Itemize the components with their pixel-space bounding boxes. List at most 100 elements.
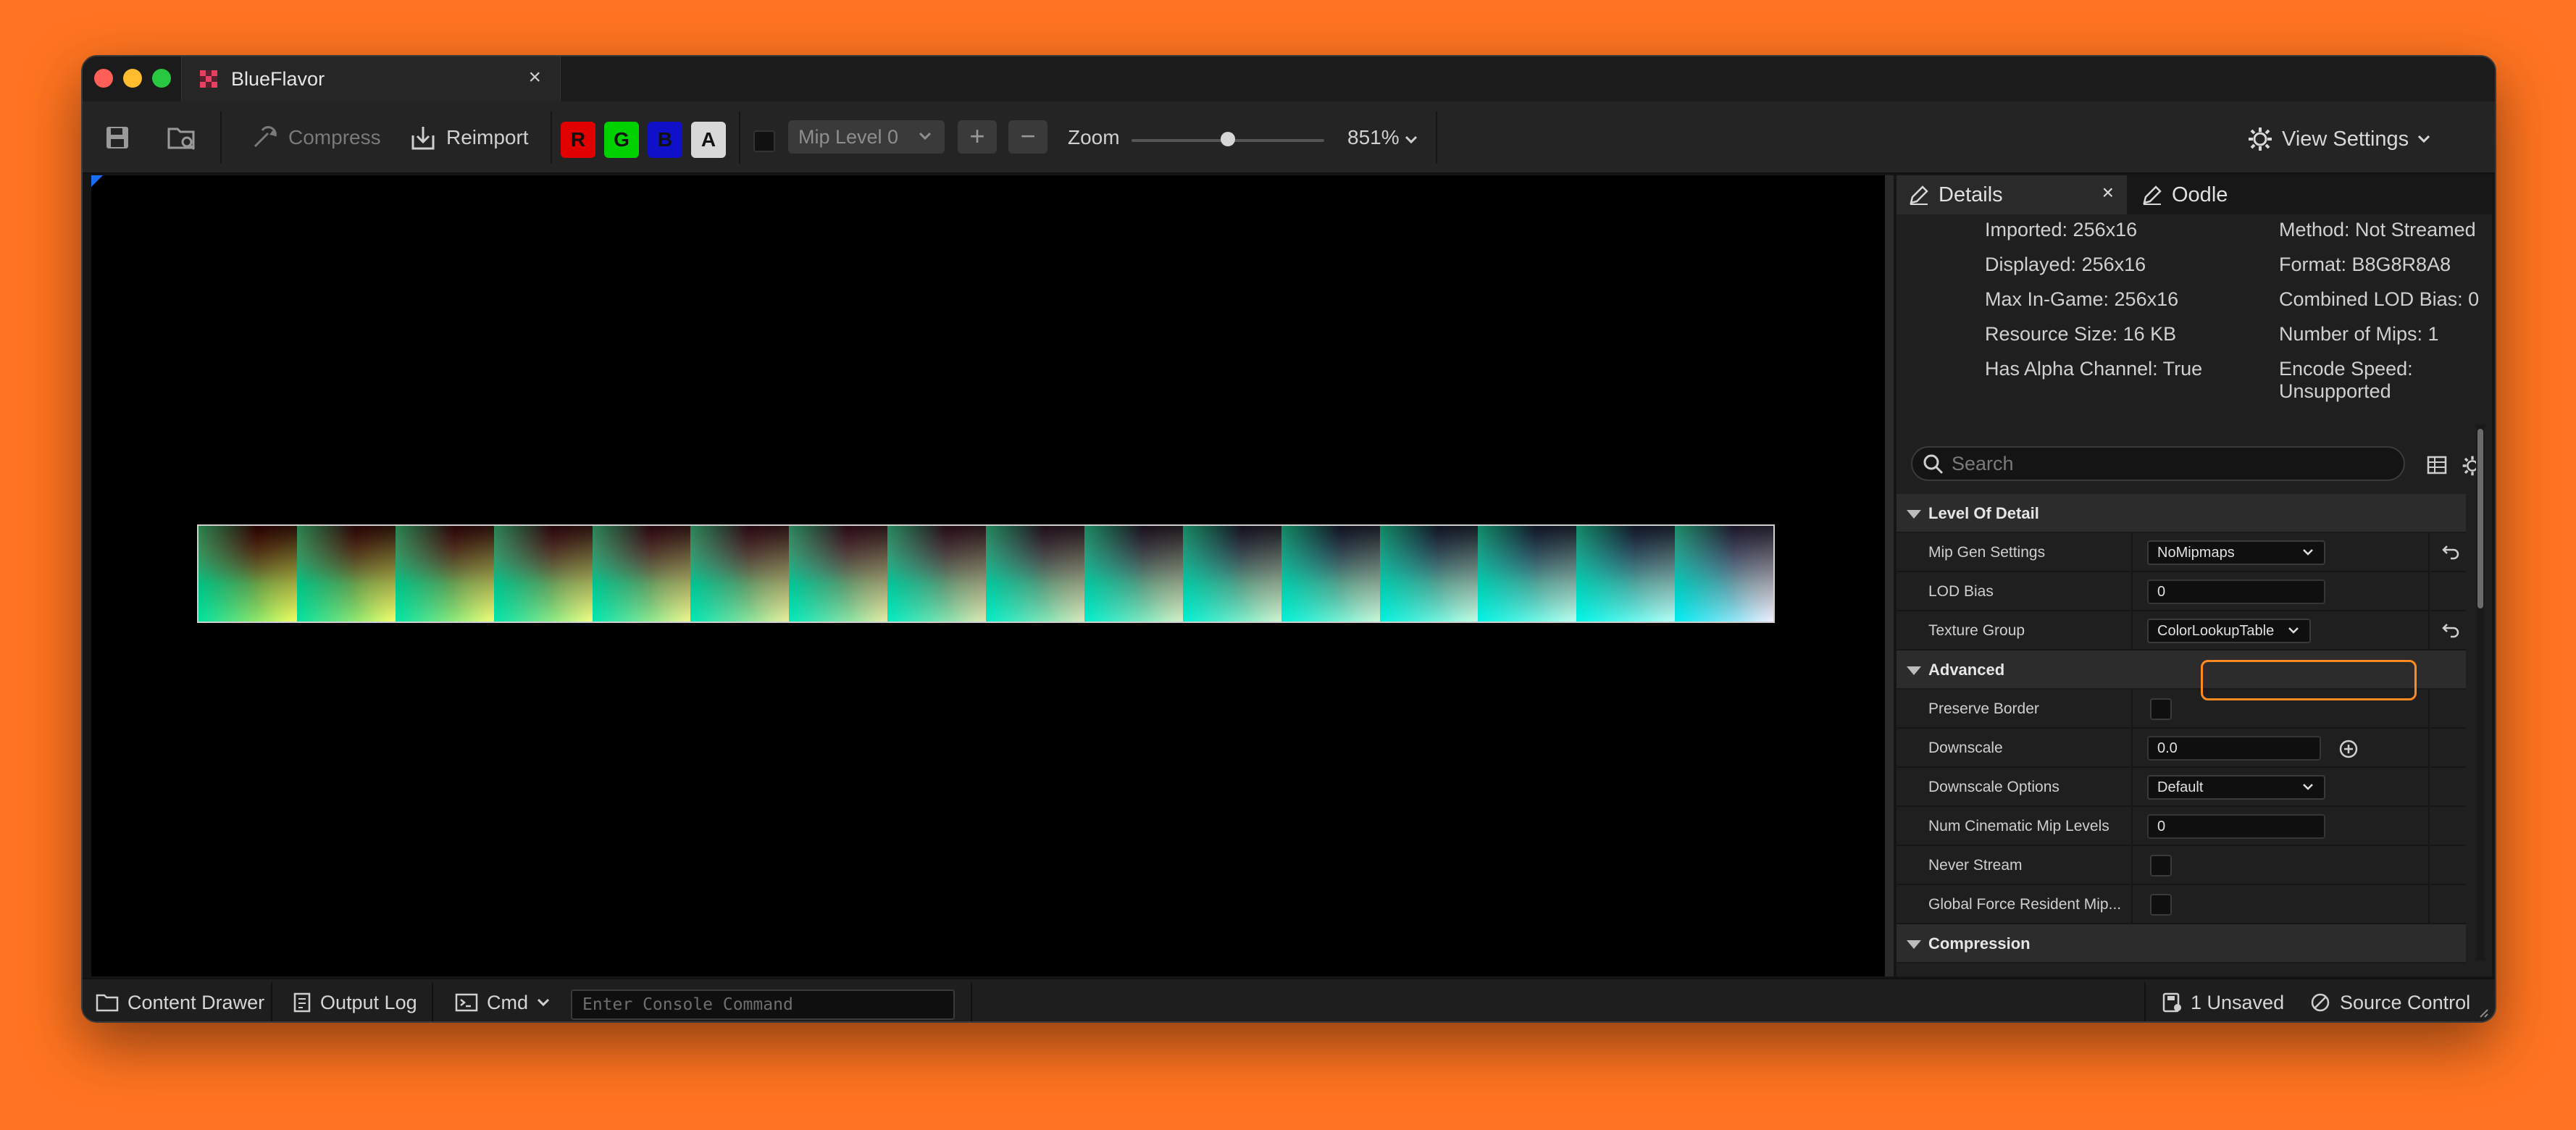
reset-to-default-icon[interactable]: [2441, 622, 2460, 639]
browse-asset-button[interactable]: [167, 117, 197, 158]
texture-preview: [197, 524, 1775, 623]
lut-tile: [1478, 526, 1577, 622]
status-bar: Content Drawer Output Log Cmd Enter Cons…: [83, 978, 2495, 1021]
zoom-value-dropdown[interactable]: 851%: [1347, 126, 1418, 149]
output-log-label: Output Log: [320, 991, 417, 1013]
tab-close-icon[interactable]: ×: [528, 65, 541, 90]
property-list: Level Of Detail Mip Gen Settings NoMipma…: [1897, 494, 2466, 963]
channel-b-toggle[interactable]: B: [648, 122, 682, 158]
search-icon: [1923, 454, 1944, 474]
toolbar-divider: [551, 112, 552, 164]
output-log-button[interactable]: Output Log: [293, 988, 417, 1017]
window-close-button[interactable]: [94, 69, 113, 88]
combo-value: Default: [2157, 779, 2204, 795]
compress-icon: [254, 126, 277, 148]
mip-gen-settings-combo[interactable]: NoMipmaps: [2147, 540, 2325, 565]
details-tab-bar: Details × Oodle: [1897, 175, 2492, 214]
property-row-lod-bias: LOD Bias 0: [1897, 572, 2466, 611]
info-max-in-game: Max In-Game: 256x16: [1985, 288, 2179, 310]
mip-increase-button[interactable]: +: [958, 120, 997, 154]
num-cinematic-mip-levels-input[interactable]: 0: [2147, 814, 2325, 839]
reimport-button[interactable]: Reimport: [409, 117, 529, 158]
property-row-num-cinematic-mip-levels: Num Cinematic Mip Levels 0: [1897, 807, 2466, 846]
source-control-button[interactable]: Source Control: [2309, 988, 2470, 1017]
property-label: Never Stream: [1928, 857, 2023, 874]
preserve-border-checkbox[interactable]: [2150, 698, 2172, 720]
search-placeholder: Search: [1952, 452, 2014, 474]
lut-tile: [592, 526, 691, 622]
property-label: Downscale: [1928, 740, 2003, 756]
channel-r-toggle[interactable]: R: [561, 122, 595, 158]
never-stream-checkbox[interactable]: [2150, 855, 2172, 876]
category-level-of-detail[interactable]: Level Of Detail: [1897, 494, 2466, 533]
output-log-icon: [293, 992, 311, 1013]
editor-tab[interactable]: BlueFlavor ×: [181, 56, 561, 101]
info-has-alpha: Has Alpha Channel: True: [1985, 358, 2203, 380]
details-scrollbar-thumb[interactable]: [2477, 429, 2483, 608]
lut-tile: [198, 526, 297, 622]
compress-label: Compress: [288, 126, 381, 148]
unsaved-label: 1 Unsaved: [2191, 991, 2285, 1013]
statusbar-divider: [432, 982, 433, 1021]
compress-button[interactable]: Compress: [252, 117, 381, 158]
column-divider: [2428, 768, 2430, 807]
property-row-downscale: Downscale 0.0: [1897, 729, 2466, 768]
window-maximize-button[interactable]: [152, 69, 171, 88]
lut-tile: [395, 526, 494, 622]
column-divider: [2131, 572, 2133, 611]
zoom-slider-thumb[interactable]: [1221, 132, 1235, 146]
lut-tile: [1084, 526, 1183, 622]
mip-level-checkbox[interactable]: [753, 130, 775, 152]
lut-tile: [690, 526, 790, 622]
column-divider: [2428, 885, 2430, 924]
downscale-options-combo[interactable]: Default: [2147, 775, 2325, 800]
chevron-down-icon: [919, 132, 932, 141]
mip-level-value: Mip Level 0: [798, 126, 899, 148]
collapse-triangle-icon: [1907, 666, 1921, 675]
texture-asset-icon: [200, 70, 217, 88]
column-divider: [2131, 846, 2133, 885]
unsaved-button[interactable]: 1 Unsaved: [2162, 988, 2284, 1017]
gear-icon: [2249, 127, 2272, 151]
cmd-dropdown[interactable]: Cmd: [455, 988, 550, 1017]
info-method: Method: Not Streamed: [2279, 219, 2476, 240]
add-circle-icon[interactable]: [2338, 739, 2359, 759]
table-view-icon[interactable]: [2427, 455, 2447, 475]
save-button[interactable]: [104, 117, 130, 158]
mip-decrease-button[interactable]: −: [1008, 120, 1047, 154]
texture-group-combo[interactable]: ColorLookupTable: [2147, 619, 2311, 643]
console-command-input[interactable]: Enter Console Command: [571, 989, 955, 1020]
source-control-icon: [2311, 993, 2330, 1012]
category-advanced[interactable]: Advanced: [1897, 650, 2466, 690]
chevron-down-icon: [2303, 784, 2313, 790]
channel-g-toggle[interactable]: G: [604, 122, 639, 158]
tab-oodle[interactable]: Oodle: [2130, 175, 2275, 214]
folder-search-icon: [167, 127, 196, 151]
column-divider: [2131, 807, 2133, 846]
texture-viewport[interactable]: [91, 175, 1885, 976]
collapse-triangle-icon: [1907, 940, 1921, 949]
panel-splitter[interactable]: [1885, 175, 1894, 976]
statusbar-divider: [971, 982, 972, 1021]
toolbar-divider: [739, 112, 740, 164]
lod-bias-input[interactable]: 0: [2147, 579, 2325, 604]
window-minimize-button[interactable]: [123, 69, 142, 88]
downscale-input[interactable]: 0.0: [2147, 736, 2321, 761]
chevron-down-icon: [537, 998, 550, 1007]
content-drawer-button[interactable]: Content Drawer: [96, 988, 264, 1017]
global-force-resident-mip-checkbox[interactable]: [2150, 894, 2172, 916]
info-lod-bias: Combined LOD Bias: 0: [2279, 288, 2480, 310]
view-settings-button[interactable]: View Settings: [2247, 126, 2430, 152]
tab-details[interactable]: Details ×: [1897, 175, 2127, 214]
category-compression[interactable]: Compression: [1897, 924, 2466, 963]
column-divider: [2428, 611, 2430, 650]
chevron-down-icon: [2418, 135, 2430, 143]
reset-to-default-icon[interactable]: [2441, 543, 2460, 561]
channel-a-toggle[interactable]: A: [691, 122, 726, 158]
reimport-icon: [411, 127, 435, 150]
tab-details-close-icon[interactable]: ×: [2102, 181, 2114, 204]
lut-tile: [887, 526, 986, 622]
mip-level-dropdown[interactable]: Mip Level 0: [788, 120, 945, 154]
details-search-input[interactable]: Search: [1911, 446, 2405, 481]
resize-grip-icon[interactable]: [2477, 1007, 2489, 1018]
